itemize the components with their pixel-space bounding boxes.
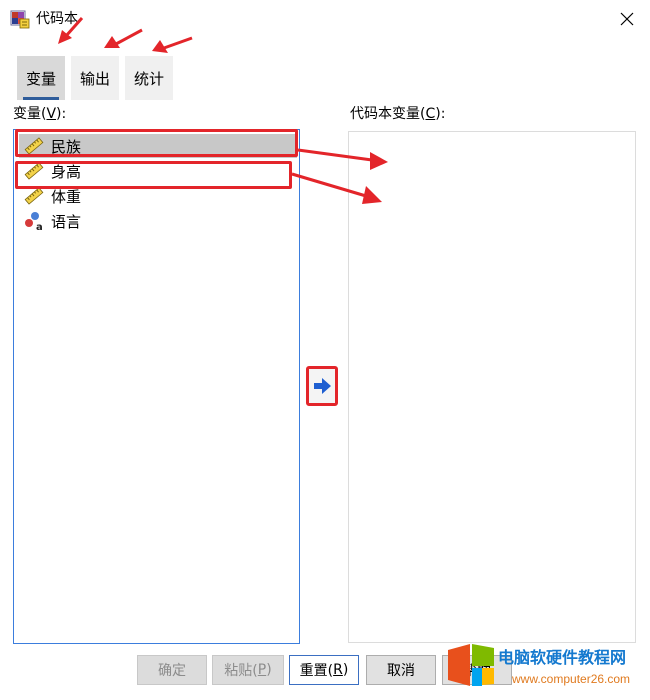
tab-strip: 变量 输出 统计	[17, 56, 173, 100]
annotation-arrowhead	[152, 40, 168, 53]
codebook-variables-listbox[interactable]	[348, 131, 636, 643]
ok-button[interactable]: 确定	[137, 655, 207, 685]
reset-button[interactable]: 重置(R)	[289, 655, 359, 685]
list-item-language[interactable]: a 语言	[19, 209, 297, 233]
paste-label-accel: P	[257, 662, 267, 678]
list-item-label: 语言	[51, 212, 82, 231]
office-logo-watermark-icon	[448, 644, 494, 686]
title-bar: 代码本	[0, 0, 650, 38]
reset-label-suffix: )	[342, 662, 349, 678]
variables-listbox[interactable]: 民族 身高 体重 a 语言	[13, 129, 300, 644]
list-item-ethnicity[interactable]: 民族	[19, 134, 297, 158]
reset-label-accel: R	[333, 662, 343, 678]
list-item-label: 身高	[51, 162, 82, 181]
annotation-arrow	[163, 36, 193, 50]
paste-label-suffix: )	[266, 662, 272, 678]
list-item-height[interactable]: 身高	[19, 159, 297, 183]
variables-label: 变量(V):	[13, 105, 66, 123]
tab-statistics[interactable]: 统计	[125, 56, 173, 100]
paste-label-prefix: 粘贴(	[224, 663, 258, 679]
paste-button[interactable]: 粘贴(P)	[212, 655, 284, 685]
cancel-button[interactable]: 取消	[366, 655, 436, 685]
move-to-codebook-button[interactable]	[306, 366, 338, 406]
ruler-scale-icon	[23, 185, 45, 207]
variables-label-suffix: ):	[56, 106, 67, 122]
ruler-scale-icon	[23, 160, 45, 182]
codebook-label-suffix: ):	[435, 106, 446, 122]
watermark-title: 电脑软硬件教程网	[498, 648, 627, 667]
list-item-label: 民族	[51, 137, 82, 156]
list-item-label: 体重	[51, 187, 82, 206]
codebook-variables-label: 代码本变量(C):	[350, 105, 445, 123]
arrow-right-icon	[314, 378, 331, 394]
tab-output[interactable]: 输出	[71, 56, 119, 100]
codebook-dialog: 代码本 变量 输出 统计 变量(V): 代码本变量(C): 民族 身高 体重 a…	[0, 0, 650, 700]
close-icon	[620, 12, 634, 26]
window-title: 代码本	[36, 11, 78, 27]
variables-label-prefix: 变量(	[13, 106, 47, 122]
variables-label-accel: V	[46, 106, 57, 122]
ruler-scale-icon	[23, 135, 45, 157]
watermark-url: www.computer26.com	[512, 672, 631, 686]
svg-text:a: a	[36, 222, 43, 231]
list-item-weight[interactable]: 体重	[19, 184, 297, 208]
tab-variables[interactable]: 变量	[17, 56, 65, 100]
codebook-label-prefix: 代码本变量(	[350, 106, 426, 122]
codebook-label-accel: C	[425, 106, 436, 122]
nominal-variable-icon: a	[23, 210, 45, 232]
reset-label-prefix: 重置(	[299, 663, 334, 679]
spss-app-icon	[10, 10, 30, 29]
close-button[interactable]	[612, 5, 642, 33]
